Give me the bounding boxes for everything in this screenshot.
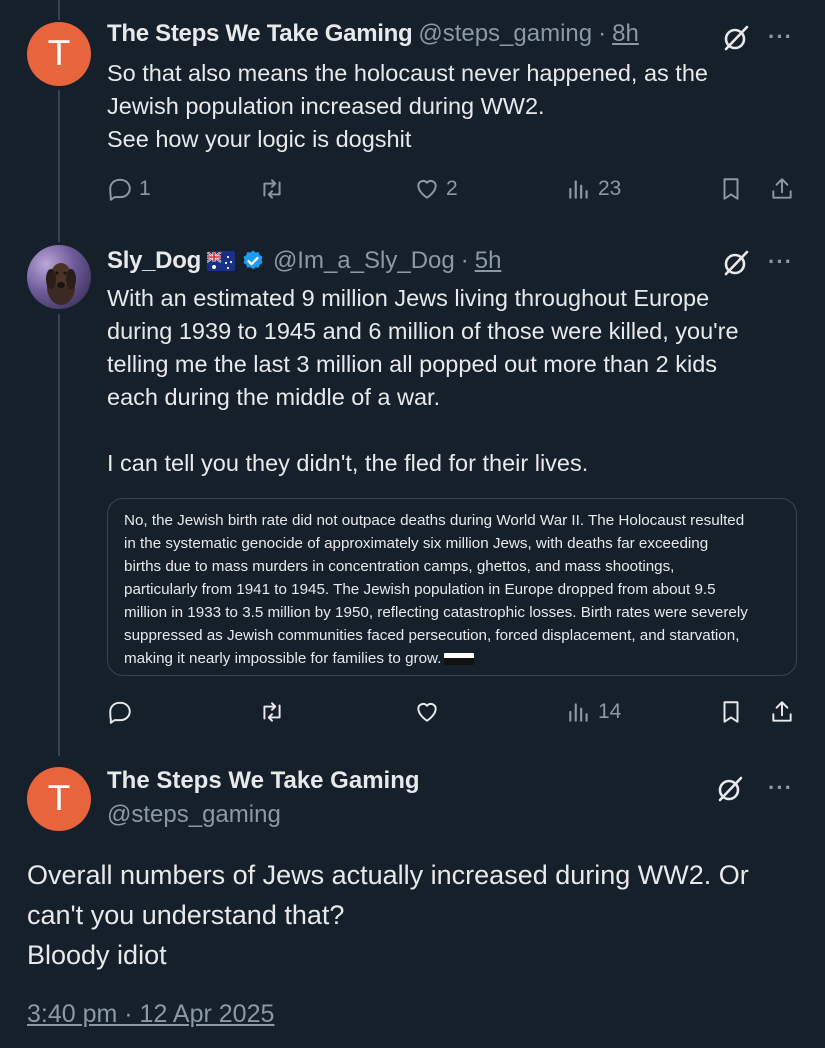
bookmark-button[interactable] — [718, 699, 744, 725]
bookmark-button[interactable] — [718, 176, 744, 202]
tweet-text: So that also means the holocaust never h… — [107, 60, 708, 152]
reply-count: 1 — [139, 177, 151, 200]
like-button[interactable]: 2 — [414, 176, 458, 202]
bookmark-icon — [723, 178, 739, 200]
reply-icon — [109, 178, 131, 201]
views-count: 14 — [598, 700, 622, 723]
bookmark-icon — [723, 701, 739, 723]
grok-icon[interactable] — [722, 249, 750, 277]
views-count: 23 — [598, 177, 622, 200]
separator: · — [598, 20, 607, 47]
avatar[interactable] — [27, 245, 91, 309]
retweet-button[interactable] — [259, 176, 285, 202]
share-button[interactable] — [769, 176, 795, 202]
verified-badge-icon[interactable] — [241, 249, 265, 273]
more-icon[interactable]: ··· — [768, 775, 793, 801]
share-button[interactable] — [769, 699, 795, 725]
share-icon — [772, 178, 792, 199]
reply-icon — [109, 701, 131, 724]
like-button[interactable] — [414, 699, 440, 725]
tweet-header: Sly_Dog @Im_a_Sly_Dog · 5h — [107, 247, 501, 275]
username[interactable]: @steps_gaming — [107, 801, 281, 829]
reply-button[interactable]: 1 — [107, 176, 151, 202]
thread-line — [58, 314, 60, 756]
avatar[interactable]: T — [27, 767, 91, 831]
tweet-time[interactable]: 5h — [475, 247, 502, 275]
thread-line — [58, 90, 60, 242]
grok-answer-text: No, the Jewish birth rate did not outpac… — [124, 512, 748, 667]
grok-icon[interactable] — [716, 775, 744, 803]
tweet-text: With an estimated 9 million Jews living … — [107, 285, 739, 476]
like-count: 2 — [446, 177, 458, 200]
views-icon — [569, 180, 588, 199]
tweet-timestamp[interactable]: 3:40 pm · 12 Apr 2025 — [27, 1000, 274, 1029]
australia-flag-icon — [206, 251, 235, 271]
heart-icon — [417, 702, 437, 722]
tweet-actions: 1 2 23 — [107, 176, 797, 206]
tweet-text: Overall numbers of Jews actually increas… — [27, 860, 749, 970]
views-icon — [569, 703, 588, 722]
retweet-button[interactable] — [259, 699, 285, 725]
display-name[interactable]: The Steps We Take Gaming — [107, 20, 413, 48]
heart-icon — [417, 179, 437, 199]
display-name[interactable]: Sly_Dog — [107, 247, 201, 275]
reply-button[interactable] — [107, 699, 133, 725]
username[interactable]: @steps_gaming — [418, 20, 592, 48]
display-name[interactable]: The Steps We Take Gaming — [107, 767, 420, 795]
retweet-icon — [263, 702, 281, 722]
more-icon[interactable]: ··· — [768, 24, 793, 50]
avatar[interactable]: T — [27, 22, 91, 86]
tweet-actions: 14 — [107, 699, 797, 729]
views-button[interactable]: 14 — [566, 699, 621, 725]
thread-line — [58, 0, 60, 20]
grok-icon[interactable] — [722, 24, 750, 52]
share-icon — [772, 701, 792, 722]
more-icon[interactable]: ··· — [768, 249, 793, 275]
flag-icon — [444, 652, 475, 665]
tweet-header: The Steps We Take Gaming @steps_gaming ·… — [107, 20, 639, 48]
dog-photo — [46, 263, 76, 305]
retweet-icon — [263, 179, 281, 199]
separator: · — [460, 247, 469, 274]
views-button[interactable]: 23 — [566, 176, 621, 202]
grok-answer-card[interactable]: No, the Jewish birth rate did not outpac… — [107, 498, 797, 676]
tweet-time[interactable]: 8h — [612, 20, 639, 48]
username[interactable]: @Im_a_Sly_Dog — [273, 247, 455, 275]
